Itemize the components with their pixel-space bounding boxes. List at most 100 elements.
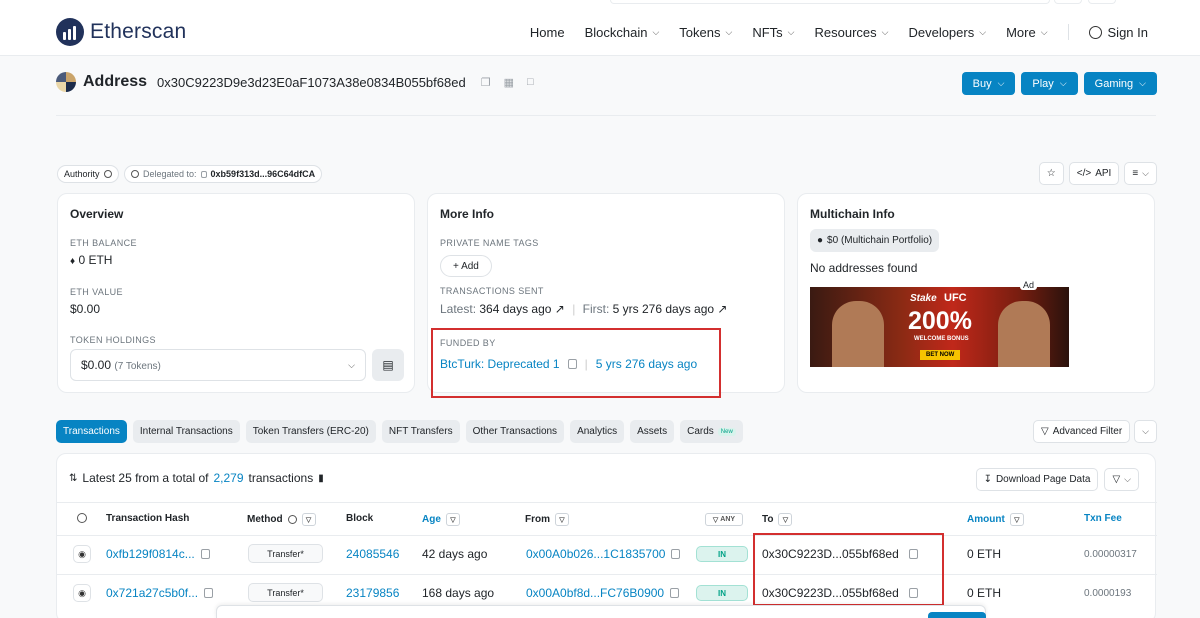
copy-icon[interactable] [670, 588, 680, 598]
nav-tokens[interactable]: Tokens ⌵ [679, 25, 732, 40]
col-amount[interactable]: Amount ▽ [967, 513, 1024, 526]
authority-badge[interactable]: Authority [57, 165, 119, 183]
latest-value[interactable]: 364 days ago [479, 302, 551, 316]
tx-hash-link[interactable]: 0xfb129f0814c... [106, 547, 195, 561]
nav-more[interactable]: More ⌵ [1006, 25, 1047, 40]
in-badge: IN [696, 585, 748, 601]
api-button[interactable]: </> API [1068, 162, 1120, 185]
bottom-popup-button[interactable] [928, 612, 986, 618]
coins-icon: ● [817, 235, 824, 246]
copy-icon[interactable] [200, 549, 210, 559]
tab-nft-transfers[interactable]: NFT Transfers [381, 420, 460, 443]
advanced-filter-dropdown[interactable]: ⌵ [1134, 420, 1157, 443]
col-amount-label: Amount [967, 514, 1005, 525]
fighter-image-left [832, 301, 884, 367]
nav-label: Resources [814, 24, 877, 40]
table-row-fee: 0.00000317 [1084, 549, 1137, 560]
multichain-portfolio-button[interactable]: ● $0 (Multichain Portfolio) [810, 229, 940, 252]
highlight-box-to-address [753, 533, 944, 606]
ad-ufc: UFC [944, 292, 967, 304]
copy-icon[interactable] [671, 549, 681, 559]
col-method-label: Method [247, 514, 283, 525]
filter-icon[interactable]: ▽ [445, 513, 460, 526]
bottom-popup-bar[interactable] [216, 605, 986, 618]
info-icon [287, 515, 297, 524]
top-icon-button[interactable] [1054, 0, 1082, 4]
block-link[interactable]: 23179856 [346, 586, 399, 600]
col-direction[interactable]: ▽ ANY [705, 513, 743, 526]
tab-analytics[interactable]: Analytics [570, 420, 625, 443]
tab-internal-transactions[interactable]: Internal Transactions [132, 420, 240, 443]
logo[interactable]: Etherscan [56, 18, 186, 46]
help-icon-header[interactable] [77, 513, 87, 523]
tx-hash-link[interactable]: 0x721a27c5b0f... [106, 586, 198, 600]
col-age[interactable]: Age ▽ [422, 513, 460, 526]
buy-button[interactable]: Buy ⌵ [961, 72, 1016, 95]
nav-developers[interactable]: Developers ⌵ [908, 25, 986, 40]
add-tag-button[interactable]: + Add [440, 255, 492, 277]
private-tags-label: PRIVATE NAME TAGS [440, 238, 539, 248]
sign-in-link[interactable]: Sign In [1088, 25, 1148, 40]
ad-banner[interactable]: Stake UFC 200% WELCOME BONUS BET NOW [810, 287, 1069, 367]
tab-transactions[interactable]: Transactions [56, 420, 127, 443]
star-icon: ☆ [1046, 168, 1056, 179]
arrow-up-right-icon[interactable]: ↗ [717, 302, 727, 316]
token-wallet-button[interactable]: ▤ [372, 349, 404, 381]
token-holdings-dropdown[interactable]: $0.00 (7 Tokens) ⌵ [70, 349, 366, 381]
row-details-button[interactable]: ◉ [73, 584, 91, 602]
nav-nfts[interactable]: NFTs ⌵ [752, 25, 794, 40]
ad-cta: BET NOW [920, 350, 961, 360]
copy-icon[interactable]: ❐ [481, 76, 491, 89]
block-link[interactable]: 24085546 [346, 547, 399, 561]
filter-icon[interactable]: ▽ [301, 513, 316, 526]
play-button[interactable]: Play ⌵ [1021, 72, 1078, 95]
eth-value-label: ETH VALUE [70, 287, 123, 297]
tab-other-transactions[interactable]: Other Transactions [465, 420, 565, 443]
col-to-label: To [762, 514, 774, 525]
chevron-down-icon: ⌵ [1142, 168, 1149, 178]
favorite-button[interactable]: ☆ [1038, 162, 1064, 185]
filter-icon[interactable]: ▽ [778, 513, 793, 526]
col-fee[interactable]: Txn Fee [1084, 513, 1122, 524]
comment-icon[interactable]: □ [527, 76, 534, 88]
nav-label: Tokens [679, 24, 721, 40]
copy-icon[interactable] [204, 588, 214, 598]
nav-home[interactable]: Home [530, 25, 565, 40]
table-row-amount: 0 ETH [967, 586, 1002, 600]
address-tabs: Transactions Internal Transactions Token… [56, 420, 743, 443]
nav-resources[interactable]: Resources ⌵ [815, 25, 889, 40]
table-row-age: 42 days ago [422, 547, 488, 561]
download-button[interactable]: ↧ Download Page Data [975, 468, 1099, 491]
from-address-link[interactable]: 0x00A0b026...1C1835700 [526, 547, 665, 561]
tab-assets[interactable]: Assets [630, 420, 675, 443]
bar-chart-icon[interactable]: ▮ [318, 473, 324, 484]
ad-brand: Stake [910, 293, 937, 304]
summary-count-link[interactable]: 2,279 [213, 471, 243, 485]
list-icon: ≡ [1132, 168, 1139, 179]
nav-blockchain[interactable]: Blockchain ⌵ [585, 25, 660, 40]
delegated-badge[interactable]: Delegated to: 0xb59f313d...96C64dfCA [124, 165, 323, 183]
filter-icon[interactable]: ▽ [555, 513, 569, 526]
advanced-filter-button[interactable]: ▽ Advanced Filter [1032, 420, 1131, 443]
filter-icon[interactable]: ▽ [1009, 513, 1024, 526]
qr-code-icon[interactable]: ▦ [504, 76, 514, 89]
row-details-button[interactable]: ◉ [73, 545, 91, 563]
list-menu-button[interactable]: ≡ ⌵ [1124, 162, 1157, 185]
arrow-up-right-icon[interactable]: ↗ [555, 302, 565, 316]
direction-filter[interactable]: ▽ ANY [705, 513, 743, 526]
first-value[interactable]: 5 yrs 276 days ago [613, 302, 714, 316]
site-header: Etherscan Home Blockchain ⌵ Tokens ⌵ NFTs ⌵… [0, 0, 1200, 56]
top-icon-button[interactable] [1088, 0, 1116, 4]
table-filter-dropdown[interactable]: ▽ ⌵ [1104, 468, 1139, 491]
table-divider [57, 535, 1157, 536]
tab-token-transfers[interactable]: Token Transfers (ERC-20) [245, 420, 376, 443]
filter-icon: ▽ [1040, 426, 1049, 437]
from-address-link[interactable]: 0x00A0bf8d...FC76B0900 [526, 586, 664, 600]
top-search-bar[interactable] [610, 0, 1050, 4]
main-nav: Home Blockchain ⌵ Tokens ⌵ NFTs ⌵ Resources… [530, 24, 1148, 40]
gaming-button[interactable]: Gaming ⌵ [1083, 72, 1157, 95]
eth-balance-value: ♦ 0 ETH [70, 253, 112, 267]
ethereum-icon: ♦ [70, 256, 76, 267]
tab-cards[interactable]: Cards New [680, 420, 743, 443]
nav-label: More [1006, 24, 1036, 40]
